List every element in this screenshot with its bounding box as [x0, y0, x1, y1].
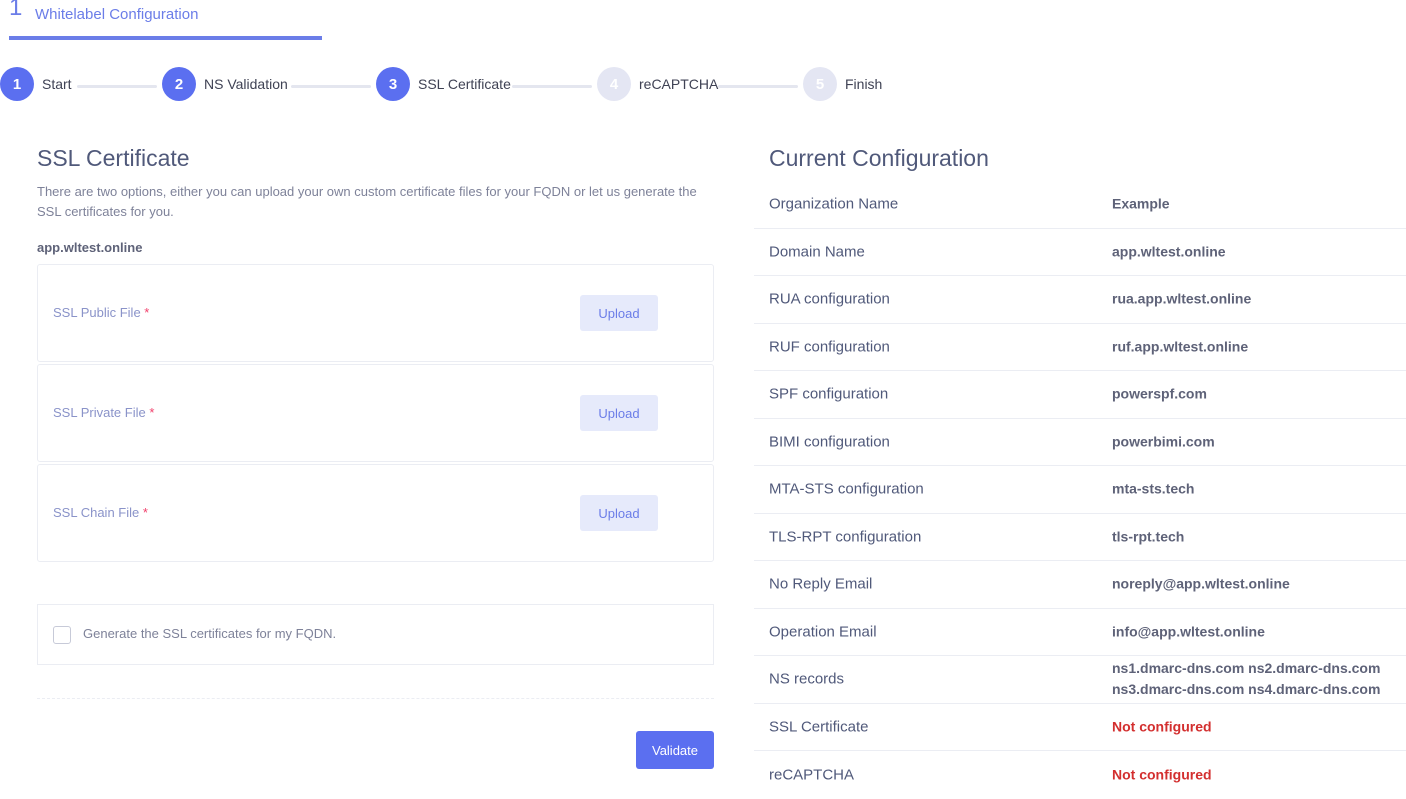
required-mark: * — [149, 405, 155, 420]
config-row-ssl-certificate: SSL Certificate Not configured — [754, 704, 1406, 751]
ssl-public-file-label: SSL Public File — [53, 305, 141, 320]
step-label: SSL Certificate — [418, 76, 511, 92]
ssl-description: There are two options, either you can up… — [37, 184, 697, 219]
config-key: RUF configuration — [769, 338, 890, 356]
validate-button[interactable]: Validate — [636, 731, 714, 769]
step-number: 1 — [0, 67, 34, 101]
config-key: No Reply Email — [769, 575, 873, 593]
ssl-private-file-label: SSL Private File — [53, 405, 146, 420]
step-ssl-certificate[interactable]: 3 SSL Certificate — [376, 66, 511, 102]
ssl-chain-file-label: SSL Chain File — [53, 505, 140, 520]
config-key: RUA configuration — [769, 290, 890, 308]
config-value: tls-rpt.tech — [1112, 528, 1185, 545]
config-value-ns: ns1.dmarc-dns.com ns2.dmarc-dns.com ns3.… — [1112, 658, 1380, 700]
step-finish[interactable]: 5 Finish — [803, 66, 882, 102]
ssl-domain: app.wltest.online — [37, 240, 143, 255]
required-mark: * — [142, 505, 148, 520]
ssl-file-list: SSL Public File * Upload SSL Private Fil… — [37, 264, 714, 562]
config-key: BIMI configuration — [769, 433, 890, 451]
ns-records-line-2: ns3.dmarc-dns.com ns4.dmarc-dns.com — [1112, 681, 1381, 698]
step-recaptcha[interactable]: 4 reCAPTCHA — [597, 66, 718, 102]
wizard-tab[interactable]: 1 Whitelabel Configuration — [9, 0, 322, 40]
config-key: SSL Certificate — [769, 718, 869, 736]
step-start[interactable]: 1 Start — [0, 66, 72, 102]
ns-records-line-1: ns1.dmarc-dns.com ns2.dmarc-dns.com — [1112, 660, 1381, 677]
generate-ssl-label[interactable]: Generate the SSL certificates for my FQD… — [83, 626, 336, 641]
config-row-operation-email: Operation Email info@app.wltest.online — [754, 609, 1406, 656]
upload-chain-file-button[interactable]: Upload — [580, 495, 658, 531]
config-title: Current Configuration — [769, 145, 989, 171]
ssl-title: SSL Certificate — [37, 145, 190, 171]
current-configuration-panel: Current Configuration Organization Name … — [754, 145, 1406, 799]
config-row-recaptcha: reCAPTCHA Not configured — [754, 751, 1406, 799]
generate-ssl-option: Generate the SSL certificates for my FQD… — [37, 604, 714, 665]
step-number: 2 — [162, 67, 196, 101]
config-value: app.wltest.online — [1112, 243, 1226, 260]
config-table: Organization Name Example Domain Name ap… — [754, 181, 1406, 799]
step-connector — [512, 85, 592, 88]
config-value: Example — [1112, 195, 1170, 212]
config-row-ruf: RUF configuration ruf.app.wltest.online — [754, 324, 1406, 371]
step-label: NS Validation — [204, 76, 288, 92]
config-row-bimi: BIMI configuration powerbimi.com — [754, 419, 1406, 466]
step-number: 5 — [803, 67, 837, 101]
config-value: powerbimi.com — [1112, 433, 1215, 450]
config-key: Domain Name — [769, 243, 865, 261]
config-value: noreply@app.wltest.online — [1112, 575, 1290, 592]
step-ns-validation[interactable]: 2 NS Validation — [162, 66, 288, 102]
step-connector — [291, 85, 371, 88]
config-value: mta-sts.tech — [1112, 480, 1195, 497]
upload-public-file-button[interactable]: Upload — [580, 295, 658, 331]
config-value: powerspf.com — [1112, 385, 1207, 402]
config-row-tls-rpt: TLS-RPT configuration tls-rpt.tech — [754, 514, 1406, 561]
stepper: 1 Start 2 NS Validation 3 SSL Certificat… — [0, 66, 900, 102]
config-key: TLS-RPT configuration — [769, 528, 922, 546]
config-value: ruf.app.wltest.online — [1112, 338, 1249, 355]
config-key: Organization Name — [769, 195, 899, 213]
step-label: Finish — [845, 76, 883, 92]
config-status-not-configured: Not configured — [1112, 718, 1212, 735]
wizard-tab-number: 1 — [9, 0, 23, 21]
config-value: info@app.wltest.online — [1112, 623, 1265, 640]
config-row-ns-records: NS records ns1.dmarc-dns.com ns2.dmarc-d… — [754, 656, 1406, 704]
config-row-spf: SPF configuration powerspf.com — [754, 371, 1406, 419]
config-row-rua: RUA configuration rua.app.wltest.online — [754, 276, 1406, 324]
step-number: 4 — [597, 67, 631, 101]
ssl-panel: SSL Certificate There are two options, e… — [37, 145, 714, 769]
step-connector — [77, 85, 157, 88]
generate-ssl-checkbox[interactable] — [53, 626, 71, 644]
config-row-organization-name: Organization Name Example — [754, 181, 1406, 229]
step-label: Start — [42, 76, 72, 92]
upload-private-file-button[interactable]: Upload — [580, 395, 658, 431]
step-number: 3 — [376, 67, 410, 101]
ssl-chain-file-row: SSL Chain File * Upload — [37, 464, 714, 562]
config-value: rua.app.wltest.online — [1112, 290, 1252, 307]
wizard-tab-label: Whitelabel Configuration — [35, 6, 199, 23]
separator — [37, 698, 714, 699]
required-mark: * — [144, 305, 150, 320]
config-row-noreply-email: No Reply Email noreply@app.wltest.online — [754, 561, 1406, 609]
config-key: MTA-STS configuration — [769, 480, 924, 498]
step-connector — [718, 85, 798, 88]
config-status-not-configured: Not configured — [1112, 766, 1212, 783]
ssl-public-file-row: SSL Public File * Upload — [37, 264, 714, 362]
config-key: NS records — [769, 670, 845, 688]
config-row-domain-name: Domain Name app.wltest.online — [754, 229, 1406, 276]
config-row-mta-sts: MTA-STS configuration mta-sts.tech — [754, 466, 1406, 514]
config-key: Operation Email — [769, 623, 877, 641]
config-key: SPF configuration — [769, 385, 889, 403]
step-label: reCAPTCHA — [639, 76, 719, 92]
ssl-private-file-row: SSL Private File * Upload — [37, 364, 714, 462]
